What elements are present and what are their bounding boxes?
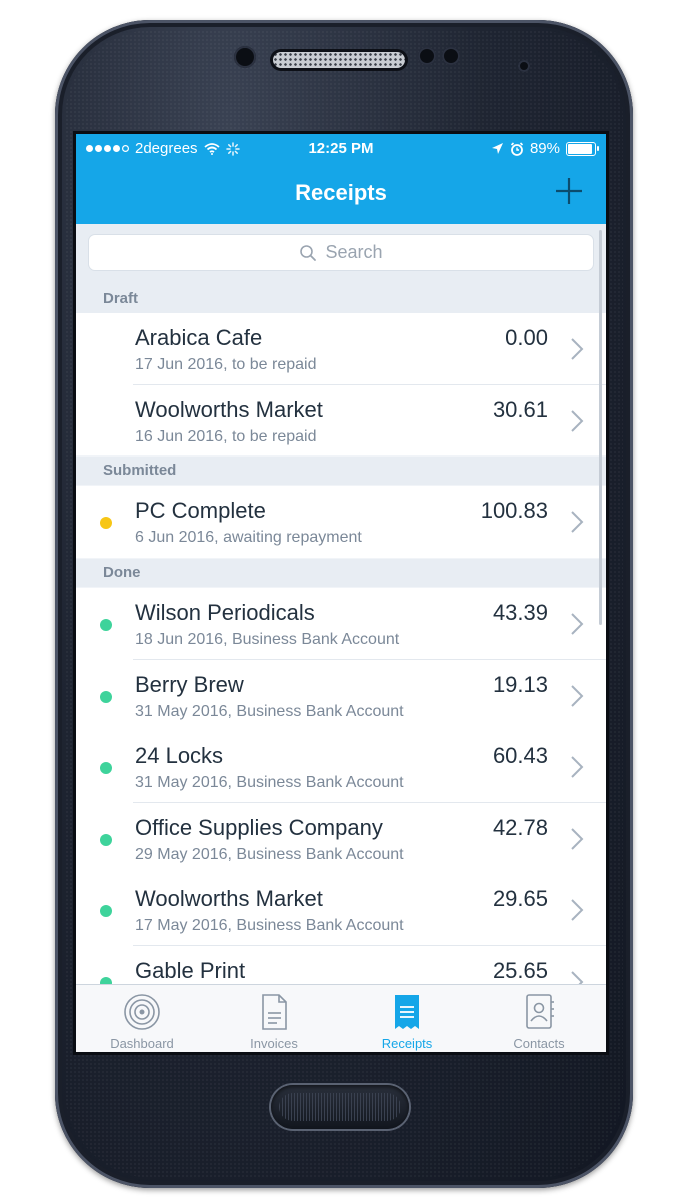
tab-dashboard[interactable]: Dashboard xyxy=(76,985,208,1052)
chevron-right-icon xyxy=(571,899,584,921)
receipt-name: Office Supplies Company xyxy=(135,815,383,840)
receipt-amount: 60.43 xyxy=(492,743,548,768)
front-camera xyxy=(234,46,256,68)
status-dot-submitted xyxy=(100,517,112,529)
rear-sensor xyxy=(518,60,530,72)
battery-percentage: 89% xyxy=(529,140,560,157)
receipt-amount: 100.83 xyxy=(480,498,548,523)
battery-icon xyxy=(566,141,599,156)
receipt-amount: 19.13 xyxy=(492,672,548,697)
receipt-name: Berry Brew xyxy=(135,672,244,697)
earpiece-speaker xyxy=(273,52,405,68)
target-icon xyxy=(124,994,160,1030)
light-sensor xyxy=(442,47,460,65)
receipt-name: Wilson Periodicals xyxy=(135,600,315,625)
receipt-row[interactable]: Wilson Periodicals 18 Jun 2016, Business… xyxy=(76,588,606,660)
receipt-name: Arabica Cafe xyxy=(135,325,263,350)
search-container: Search xyxy=(76,224,606,286)
location-arrow-icon xyxy=(491,143,503,154)
navigation-bar: 2degrees 12:25 PM 89% Receipts xyxy=(76,134,606,224)
search-placeholder: Search xyxy=(325,242,383,262)
receipt-detail: 16 Jun 2016, to be repaid xyxy=(135,428,317,445)
receipt-row[interactable]: Woolworths Market 16 Jun 2016, to be rep… xyxy=(76,385,606,455)
receipt-amount: 29.65 xyxy=(492,886,548,911)
receipt-name: Gable Print xyxy=(135,958,246,983)
add-receipt-button[interactable] xyxy=(554,176,584,206)
chevron-right-icon xyxy=(571,338,584,360)
contact-book-icon xyxy=(526,994,554,1029)
section-label-submitted: Submitted xyxy=(103,462,177,479)
section-header-done: Done xyxy=(76,559,606,587)
page-title: Receipts xyxy=(295,180,387,205)
receipt-detail: 29 May 2016, Business Bank Account xyxy=(135,846,404,863)
receipt-row[interactable]: Woolworths Market 17 May 2016, Business … xyxy=(76,874,606,946)
chevron-right-icon xyxy=(571,410,584,432)
status-dot-done xyxy=(100,834,112,846)
status-bar: 2degrees 12:25 PM 89% xyxy=(76,134,606,162)
status-dot-done xyxy=(100,619,112,631)
receipt-detail: 31 May 2016, Business Bank Account xyxy=(135,703,404,720)
receipt-row[interactable]: Berry Brew 31 May 2016, Business Bank Ac… xyxy=(76,660,606,732)
receipt-amount: 25.65 xyxy=(492,958,548,983)
receipt-detail: 6 Jun 2016, awaiting repayment xyxy=(135,529,362,546)
receipt-icon xyxy=(395,995,419,1029)
chevron-right-icon xyxy=(571,828,584,850)
tab-label: Receipts xyxy=(381,1036,433,1051)
chevron-right-icon xyxy=(571,685,584,707)
receipt-name: PC Complete xyxy=(135,498,266,523)
chevron-right-icon xyxy=(571,511,584,533)
app-screen: 2degrees 12:25 PM 89% Receipts Search Dr… xyxy=(76,134,606,1052)
receipt-detail: 31 May 2016, Business Bank Account xyxy=(135,774,404,791)
receipt-row[interactable]: Arabica Cafe 17 Jun 2016, to be repaid 0… xyxy=(76,313,606,385)
section-label-draft: Draft xyxy=(103,290,139,307)
receipt-amount: 43.39 xyxy=(492,600,548,625)
chevron-right-icon xyxy=(571,756,584,778)
receipt-name: 24 Locks xyxy=(135,743,224,768)
scrollbar[interactable] xyxy=(599,230,602,625)
tab-label: Dashboard xyxy=(110,1036,174,1051)
tab-invoices[interactable]: Invoices xyxy=(208,985,340,1052)
receipt-name: Woolworths Market xyxy=(135,886,323,911)
receipt-amount: 30.61 xyxy=(492,397,548,422)
receipt-amount: 0.00 xyxy=(505,325,548,350)
receipt-name: Woolworths Market xyxy=(135,397,323,422)
status-dot-done xyxy=(100,762,112,774)
proximity-sensor xyxy=(418,47,436,65)
receipt-row[interactable]: Office Supplies Company 29 May 2016, Bus… xyxy=(76,803,606,875)
receipt-amount: 42.78 xyxy=(492,815,548,840)
search-input[interactable]: Search xyxy=(88,234,594,271)
tab-receipts[interactable]: Receipts xyxy=(341,985,473,1052)
search-icon xyxy=(300,244,317,261)
section-header-submitted: Submitted xyxy=(76,457,606,485)
receipt-row[interactable]: PC Complete 6 Jun 2016, awaiting repayme… xyxy=(76,486,606,558)
section-label-done: Done xyxy=(103,564,141,581)
receipt-detail: 18 Jun 2016, Business Bank Account xyxy=(135,631,400,648)
receipt-detail: 17 May 2016, Business Bank Account xyxy=(135,917,404,934)
tab-contacts[interactable]: Contacts xyxy=(473,985,605,1052)
alarm-icon xyxy=(510,141,524,156)
tab-label: Contacts xyxy=(513,1036,565,1051)
tab-label: Invoices xyxy=(250,1036,298,1051)
status-dot-done xyxy=(100,691,112,703)
status-dot-done xyxy=(100,905,112,917)
chevron-right-icon xyxy=(571,613,584,635)
home-button[interactable] xyxy=(271,1085,409,1129)
document-icon xyxy=(262,994,287,1030)
receipt-detail: 17 Jun 2016, to be repaid xyxy=(135,356,317,373)
section-header-draft: Draft xyxy=(76,285,606,313)
receipt-row[interactable]: 24 Locks 31 May 2016, Business Bank Acco… xyxy=(76,731,606,803)
tab-bar: Dashboard Invoices Receipts Contacts xyxy=(76,984,606,1052)
